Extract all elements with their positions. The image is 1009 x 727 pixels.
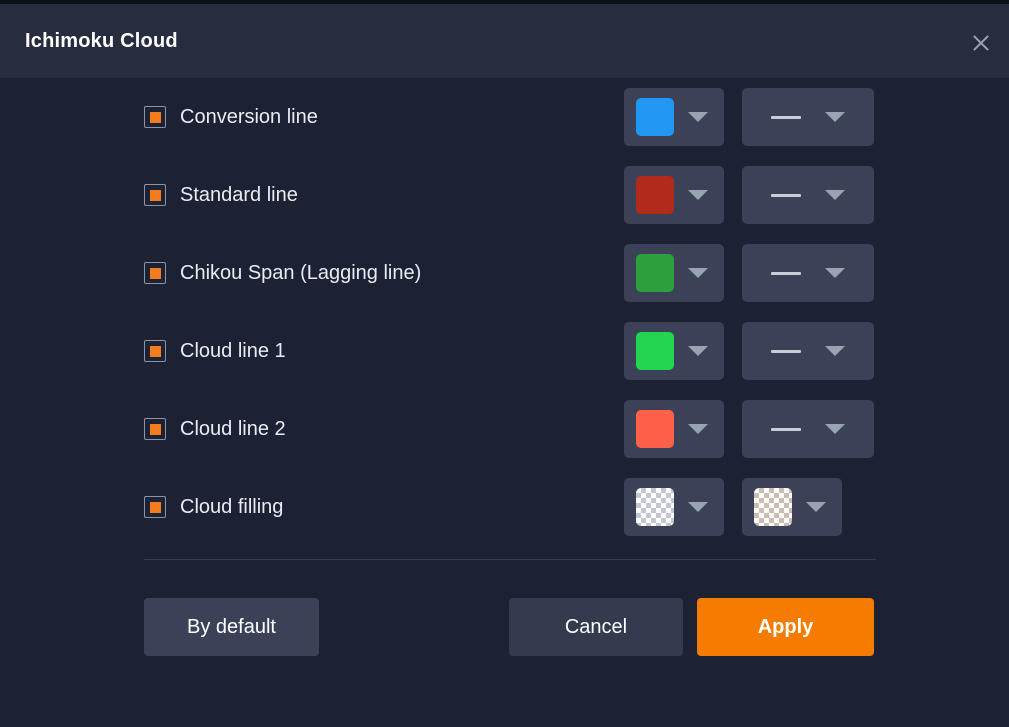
apply-button[interactable]: Apply bbox=[697, 598, 874, 656]
chevron-down-icon bbox=[688, 268, 708, 278]
color-picker-chikou-span[interactable] bbox=[624, 244, 724, 302]
line-style-picker-cloud-line-2[interactable] bbox=[742, 400, 874, 458]
close-icon bbox=[971, 33, 991, 53]
settings-rows: Conversion line Standard line Chikou Spa… bbox=[0, 78, 1009, 546]
fill-picker-cloud-filling-down[interactable] bbox=[742, 478, 842, 536]
cancel-button[interactable]: Cancel bbox=[509, 598, 683, 656]
settings-row: Conversion line bbox=[0, 78, 1009, 156]
chevron-down-icon bbox=[688, 424, 708, 434]
color-swatch bbox=[636, 410, 674, 448]
row-controls bbox=[624, 156, 874, 234]
chevron-down-icon bbox=[825, 190, 845, 200]
checkbox-standard-line[interactable] bbox=[144, 184, 166, 206]
ichimoku-cloud-dialog: Ichimoku Cloud Conversion line Standard … bbox=[0, 0, 1009, 727]
chevron-down-icon bbox=[806, 502, 826, 512]
checkbox-mark bbox=[149, 111, 161, 123]
close-button[interactable] bbox=[963, 26, 999, 60]
row-left-group: Standard line bbox=[144, 156, 298, 234]
checkbox-mark bbox=[149, 267, 161, 279]
row-left-group: Conversion line bbox=[144, 78, 318, 156]
line-style-preview bbox=[771, 349, 801, 353]
row-label: Standard line bbox=[180, 183, 298, 206]
fill-swatch-transparent-warm bbox=[754, 488, 792, 526]
checkbox-mark bbox=[149, 189, 161, 201]
checkbox-cloud-line-1[interactable] bbox=[144, 340, 166, 362]
row-controls bbox=[624, 78, 874, 156]
row-label: Cloud filling bbox=[180, 495, 284, 518]
row-label: Conversion line bbox=[180, 105, 318, 128]
chevron-down-icon bbox=[825, 346, 845, 356]
line-style-picker-cloud-line-1[interactable] bbox=[742, 322, 874, 380]
footer-divider bbox=[144, 559, 876, 560]
color-picker-standard-line[interactable] bbox=[624, 166, 724, 224]
row-controls bbox=[624, 468, 842, 546]
by-default-button[interactable]: By default bbox=[144, 598, 319, 656]
settings-row: Cloud filling bbox=[0, 468, 1009, 546]
row-left-group: Chikou Span (Lagging line) bbox=[144, 234, 421, 312]
fill-picker-cloud-filling-up[interactable] bbox=[624, 478, 724, 536]
line-style-preview bbox=[771, 271, 801, 275]
chevron-down-icon bbox=[688, 346, 708, 356]
checkbox-mark bbox=[149, 501, 161, 513]
checkbox-conversion-line[interactable] bbox=[144, 106, 166, 128]
row-left-group: Cloud filling bbox=[144, 468, 283, 546]
row-controls bbox=[624, 390, 874, 468]
color-picker-cloud-line-1[interactable] bbox=[624, 322, 724, 380]
chevron-down-icon bbox=[688, 502, 708, 512]
row-label: Cloud line 2 bbox=[180, 417, 286, 440]
chevron-down-icon bbox=[825, 424, 845, 434]
chevron-down-icon bbox=[688, 112, 708, 122]
line-style-picker-chikou-span[interactable] bbox=[742, 244, 874, 302]
line-style-picker-standard-line[interactable] bbox=[742, 166, 874, 224]
color-swatch bbox=[636, 98, 674, 136]
checkbox-chikou-span[interactable] bbox=[144, 262, 166, 284]
chevron-down-icon bbox=[688, 190, 708, 200]
chevron-down-icon bbox=[825, 268, 845, 278]
settings-row: Standard line bbox=[0, 156, 1009, 234]
line-style-picker-conversion-line[interactable] bbox=[742, 88, 874, 146]
fill-swatch-transparent bbox=[636, 488, 674, 526]
row-controls bbox=[624, 234, 874, 312]
dialog-footer: By default Cancel Apply bbox=[0, 598, 1009, 668]
checkbox-mark bbox=[149, 345, 161, 357]
color-swatch bbox=[636, 176, 674, 214]
color-picker-cloud-line-2[interactable] bbox=[624, 400, 724, 458]
row-left-group: Cloud line 1 bbox=[144, 312, 286, 390]
settings-row: Cloud line 1 bbox=[0, 312, 1009, 390]
row-label: Chikou Span (Lagging line) bbox=[180, 261, 422, 284]
checkbox-cloud-filling[interactable] bbox=[144, 496, 166, 518]
dialog-titlebar: Ichimoku Cloud bbox=[0, 4, 1009, 78]
row-left-group: Cloud line 2 bbox=[144, 390, 286, 468]
row-label: Cloud line 1 bbox=[180, 339, 286, 362]
checkbox-mark bbox=[149, 423, 161, 435]
color-picker-conversion-line[interactable] bbox=[624, 88, 724, 146]
line-style-preview bbox=[771, 115, 801, 119]
dialog-body: Conversion line Standard line Chikou Spa… bbox=[0, 78, 1009, 727]
row-controls bbox=[624, 312, 874, 390]
settings-row: Chikou Span (Lagging line) bbox=[0, 234, 1009, 312]
dialog-title: Ichimoku Cloud bbox=[25, 30, 178, 52]
settings-row: Cloud line 2 bbox=[0, 390, 1009, 468]
line-style-preview bbox=[771, 193, 801, 197]
color-swatch bbox=[636, 254, 674, 292]
line-style-preview bbox=[771, 427, 801, 431]
color-swatch bbox=[636, 332, 674, 370]
checkbox-cloud-line-2[interactable] bbox=[144, 418, 166, 440]
chevron-down-icon bbox=[825, 112, 845, 122]
